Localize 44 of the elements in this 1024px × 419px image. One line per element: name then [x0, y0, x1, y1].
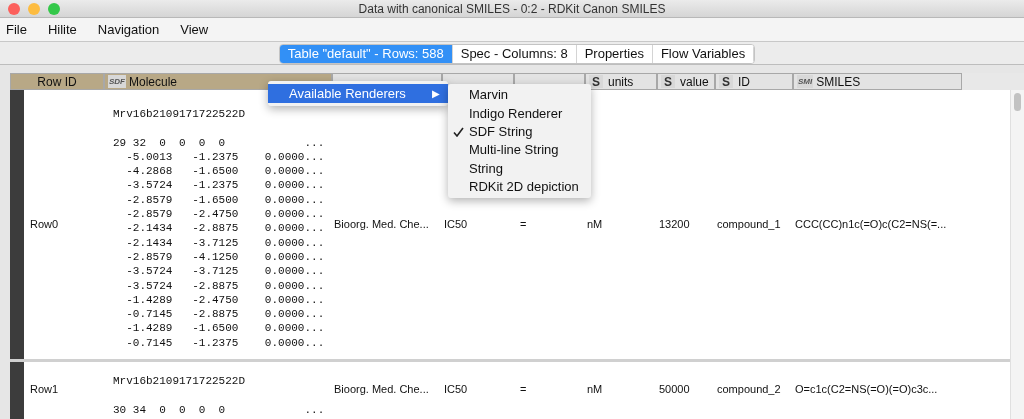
string-type-icon: S: [661, 75, 675, 88]
table-cell-text: IC50: [443, 217, 469, 233]
table-cell-text: 50000: [658, 382, 691, 397]
column-header[interactable]: S value: [657, 73, 715, 90]
table-cell-text: O=c1c(C2=NS(=O)(=O)c3c...: [794, 382, 939, 397]
table-cell-text: Bioorg. Med. Che...: [333, 382, 430, 397]
menu-item[interactable]: RDKit 2D depiction: [448, 177, 591, 196]
menu-item[interactable]: Indigo Renderer: [448, 104, 591, 123]
table-cell-text: Bioorg. Med. Che...: [333, 217, 430, 233]
string-type-icon: S: [719, 75, 733, 88]
close-button[interactable]: [8, 3, 20, 15]
checkmark-icon: [453, 126, 464, 137]
table-cell-text: Row0: [29, 217, 60, 233]
minimize-button[interactable]: [28, 3, 40, 15]
column-header[interactable]: S units: [585, 73, 657, 90]
menu-item[interactable]: Navigation: [97, 19, 160, 40]
window-title: Data with canonical SMILES - 0:2 - RDKit Canon SMILES: [358, 0, 666, 18]
menu-item[interactable]: View: [180, 19, 209, 40]
table-cell-text: CCC(CC)n1c(=O)c(C2=NS(=...: [794, 217, 948, 233]
table-cell-text: =: [519, 217, 528, 233]
menu-item[interactable]: SDF String: [448, 122, 591, 141]
string-type-icon: S: [589, 75, 603, 88]
table-cell-text: compound_1: [716, 217, 782, 233]
table-cell-text: nM: [586, 382, 604, 397]
column-header[interactable]: S ID: [715, 73, 793, 90]
row-header-strip[interactable]: [10, 90, 24, 359]
table-cell-text: Row1: [29, 382, 60, 397]
type-icon: SMI: [797, 75, 814, 88]
table-cell-text: compound_2: [716, 382, 782, 397]
column-header[interactable]: Row ID: [10, 73, 104, 90]
column-header[interactable]: SMI SMILES: [793, 73, 962, 90]
table-cell-text: 13200: [658, 217, 691, 233]
table-cell-text: =: [519, 382, 528, 397]
menu-item[interactable]: Hilite: [47, 19, 77, 40]
menu-item[interactable]: Multi-line String: [448, 140, 591, 160]
type-icon: SDF: [108, 75, 126, 88]
menu-item[interactable]: File: [6, 19, 27, 40]
zoom-button[interactable]: [48, 3, 60, 15]
table-cell-text: IC50: [443, 382, 469, 397]
molecule-cell-text: Mrv16b2109171722522D 29 32 0 0 0 0 ... -5.0013 -1.2375 0.0000... -4.2868 -1.6500 0.0000... -3.5724 -1.2375 0.0000... -2.8579 -1.6500 0.0000... -2.8579 -2.4750 0.0000... -2.1434 -2.8875 0.0000... -2.1434 -3.7125 0.0000... -2.8579 -4.1250 0.0000... -3.5724 -3.7125 0.0000... -3.5724 -2.8875 0.0000... -1.4289 -2.4750 0.0000... -0.7145 -2.8875 0.0000... -1.4289 -1.6500 0.0000... -0.7145 -1.2375 0.0000...: [113, 107, 326, 351]
menu-item[interactable]: Available Renderers ▶: [268, 84, 448, 103]
molecule-cell-text: Mrv16b2109171722522D 30 34 0 0 0 0 ...: [113, 374, 326, 417]
menu-item[interactable]: String: [448, 159, 591, 178]
table-cell-text: nM: [586, 217, 604, 233]
